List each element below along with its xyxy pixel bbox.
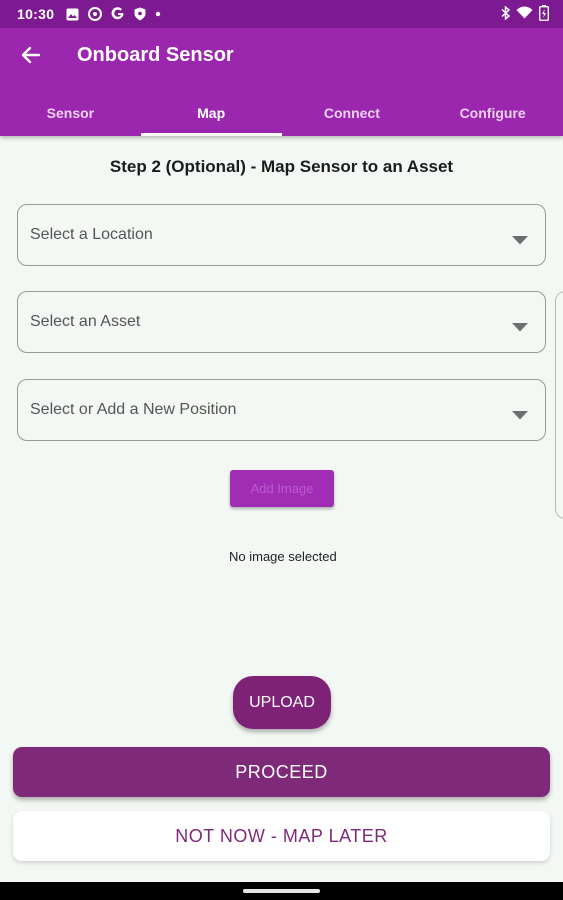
asset-dropdown-value: Select an Asset — [30, 313, 141, 330]
upload-button[interactable]: UPLOAD — [233, 676, 331, 729]
position-dropdown[interactable]: Select or Add a New Position — [17, 379, 546, 441]
asset-dropdown[interactable]: Select an Asset — [17, 291, 546, 353]
image-icon — [66, 8, 79, 21]
back-button[interactable] — [14, 40, 48, 74]
home-handle[interactable] — [243, 889, 320, 893]
location-dropdown-value: Select a Location — [30, 226, 153, 243]
status-time: 10:30 — [17, 6, 55, 22]
tab-connect[interactable]: Connect — [282, 90, 423, 136]
arrow-back-icon — [21, 45, 41, 70]
vpn-icon — [88, 7, 103, 21]
side-panel-edge — [555, 291, 563, 519]
location-dropdown[interactable]: Select a Location — [17, 204, 546, 266]
map-later-button[interactable]: NOT NOW - MAP LATER — [13, 811, 550, 861]
bluetooth-icon — [501, 4, 511, 23]
tab-bar: Sensor Map Connect Configure — [0, 90, 563, 136]
proceed-button[interactable]: PROCEED — [13, 747, 550, 797]
page-title: Onboard Sensor — [77, 44, 234, 66]
navigation-bar — [0, 882, 563, 900]
position-dropdown-value: Select or Add a New Position — [30, 401, 237, 418]
tab-sensor[interactable]: Sensor — [0, 90, 141, 136]
tab-configure[interactable]: Configure — [422, 90, 563, 136]
dropdown-arrow-icon — [512, 407, 528, 425]
battery-charging-icon — [538, 4, 550, 24]
dropdown-arrow-icon — [512, 232, 528, 250]
google-icon — [111, 7, 125, 21]
dot-icon — [155, 11, 161, 17]
shield-icon — [134, 7, 146, 21]
wifi-icon — [516, 6, 533, 22]
add-image-button[interactable]: Add Image — [230, 470, 334, 507]
onboard-sensor-screen: 10:30 Onboard Sensor Sensor Map Connect … — [0, 0, 563, 900]
tab-map[interactable]: Map — [140, 90, 282, 136]
no-image-text: No image selected — [229, 549, 337, 564]
dropdown-arrow-icon — [512, 319, 528, 337]
status-bar: 10:30 — [0, 0, 563, 28]
step-title: Step 2 (Optional) - Map Sensor to an Ass… — [109, 157, 454, 176]
app-bar: Onboard Sensor Sensor Map Connect Config… — [0, 28, 563, 136]
